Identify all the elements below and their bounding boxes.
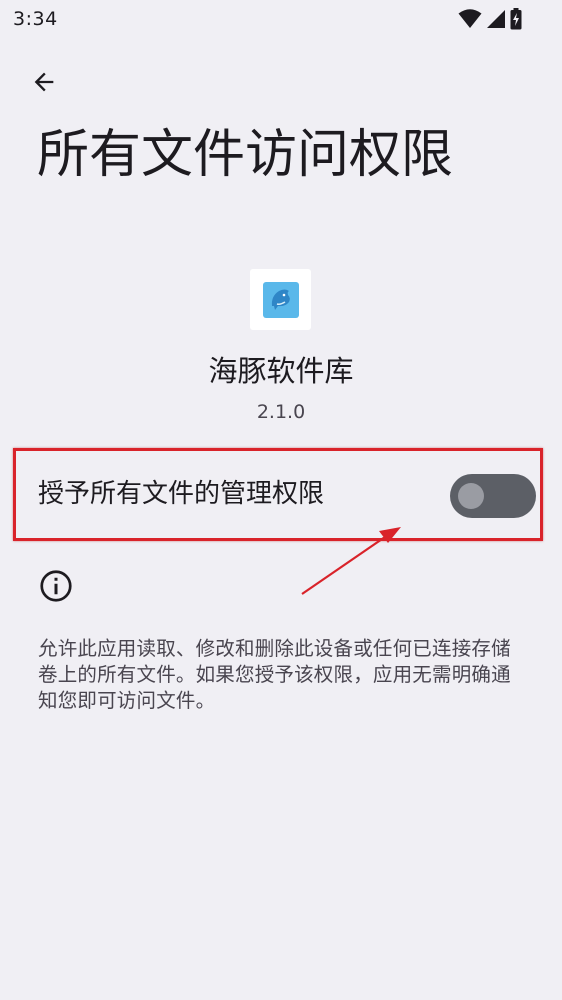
permission-label: 授予所有文件的管理权限 [38, 479, 325, 509]
back-button[interactable] [22, 60, 66, 104]
toggle-thumb [458, 483, 484, 509]
info-icon [40, 570, 72, 602]
status-time: 3:34 [13, 8, 58, 30]
all-files-permission-toggle[interactable] [450, 474, 536, 518]
app-name: 海豚软件库 [208, 354, 354, 388]
status-bar: 3:34 [0, 0, 562, 38]
dolphin-app-icon [262, 281, 299, 318]
wifi-icon [458, 9, 482, 28]
status-icons [458, 8, 522, 30]
signal-icon [487, 10, 505, 28]
arrow-back-icon [34, 72, 54, 92]
app-version: 2.1.0 [256, 401, 306, 423]
app-icon [250, 269, 311, 330]
page-title: 所有文件访问权限 [37, 125, 454, 185]
permission-description: 允许此应用读取、修改和删除此设备或任何已连接存储卷上的所有文件。如果您授予该权限… [38, 637, 511, 712]
battery-charging-icon [510, 8, 522, 30]
